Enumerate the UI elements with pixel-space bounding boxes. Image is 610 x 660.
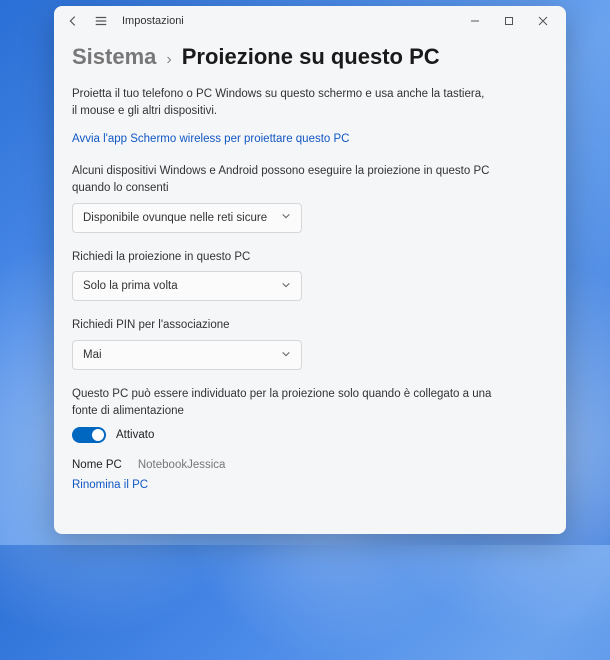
launch-wireless-display-link[interactable]: Avvia l'app Schermo wireless per proiett… (72, 133, 349, 145)
discover-label: Questo PC può essere individuato per la … (72, 386, 492, 419)
page-title: Proiezione su questo PC (182, 44, 440, 70)
intro-text: Proietta il tuo telefono o PC Windows su… (72, 86, 492, 119)
availability-label: Alcuni dispositivi Windows e Android pos… (72, 163, 492, 196)
settings-window: Impostazioni Sistema › Proiezione su que… (54, 6, 566, 534)
discover-toggle-state: Attivato (116, 429, 154, 441)
breadcrumb: Sistema › Proiezione su questo PC (72, 44, 540, 70)
pcname-label: Nome PC (72, 459, 122, 471)
content-area: Sistema › Proiezione su questo PC Proiet… (54, 36, 566, 534)
availability-select[interactable]: Disponibile ovunque nelle reti sicure (72, 203, 302, 233)
discover-toggle[interactable] (72, 427, 106, 443)
maximize-button[interactable] (492, 7, 526, 35)
pcname-value: NotebookJessica (138, 459, 226, 471)
chevron-right-icon: › (166, 51, 171, 69)
availability-value: Disponibile ovunque nelle reti sicure (83, 212, 267, 224)
ask-select[interactable]: Solo la prima volta (72, 271, 302, 301)
breadcrumb-root[interactable]: Sistema (72, 44, 156, 70)
ask-value: Solo la prima volta (83, 280, 178, 292)
close-button[interactable] (526, 7, 560, 35)
pin-select[interactable]: Mai (72, 340, 302, 370)
window-title: Impostazioni (122, 15, 184, 27)
back-icon[interactable] (66, 14, 80, 28)
menu-icon[interactable] (94, 14, 108, 28)
chevron-down-icon (281, 349, 291, 362)
ask-label: Richiedi la proiezione in questo PC (72, 249, 492, 266)
pin-label: Richiedi PIN per l'associazione (72, 317, 492, 334)
rename-pc-link[interactable]: Rinomina il PC (72, 479, 148, 491)
titlebar: Impostazioni (54, 6, 566, 36)
chevron-down-icon (281, 211, 291, 224)
pin-value: Mai (83, 349, 102, 361)
minimize-button[interactable] (458, 7, 492, 35)
chevron-down-icon (281, 280, 291, 293)
